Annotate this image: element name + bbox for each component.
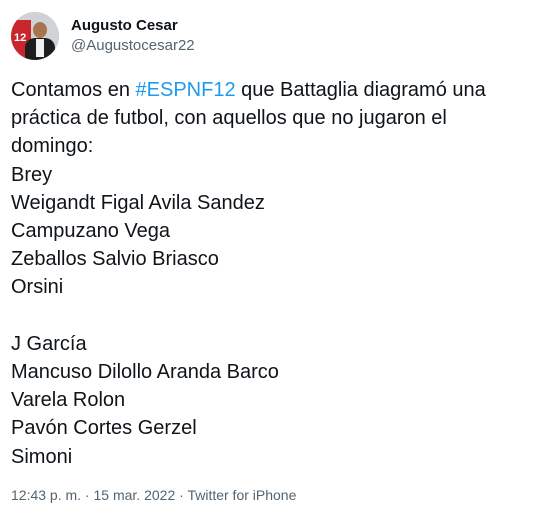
author-names: Augusto Cesar @Augustocesar22 — [71, 16, 195, 56]
lineup-line: Weigandt Figal Avila Sandez — [11, 191, 265, 214]
lineup-line: Pavón Cortes Gerzel — [11, 417, 197, 440]
lineup-line: Zeballos Salvio Briasco — [11, 248, 219, 271]
tweet-line-1: Contamos en #ESPNF12 que Battaglia diagr… — [11, 76, 551, 104]
lineup-line: Varela Rolon — [11, 389, 126, 412]
tweet-date[interactable]: 15 mar. 2022 — [94, 487, 176, 503]
tweet-card: 12 Augusto Cesar @Augustocesar22 Contamo… — [0, 0, 554, 513]
meta-separator: · — [81, 487, 94, 503]
tweet-line-3: domingo: — [11, 135, 94, 158]
author-handle[interactable]: @Augustocesar22 — [71, 36, 195, 56]
lineup-line: Orsini — [11, 276, 64, 299]
tweet-intro-prefix: Contamos en — [11, 79, 136, 101]
author-display-name[interactable]: Augusto Cesar — [71, 16, 195, 36]
hashtag-link[interactable]: #ESPNF12 — [136, 79, 236, 101]
avatar[interactable]: 12 — [11, 12, 59, 60]
tweet-source[interactable]: Twitter for iPhone — [187, 487, 296, 503]
avatar-figure-shirt — [36, 39, 44, 57]
meta-separator: · — [175, 487, 188, 503]
lineup-line: Simoni — [11, 445, 73, 468]
lineup-line: Brey — [11, 163, 53, 186]
tweet-header: 12 Augusto Cesar @Augustocesar22 — [11, 12, 195, 60]
tweet-text: Contamos en #ESPNF12 que Battaglia diagr… — [11, 76, 551, 471]
lineup-line: Campuzano Vega — [11, 220, 171, 243]
avatar-number: 12 — [14, 32, 27, 44]
avatar-figure-head — [33, 22, 47, 38]
lineup-line: Mancuso Dilollo Aranda Barco — [11, 361, 279, 384]
tweet-metadata: 12:43 p. m. · 15 mar. 2022 · Twitter for… — [11, 486, 296, 504]
tweet-time[interactable]: 12:43 p. m. — [11, 487, 81, 503]
tweet-intro-suffix: que Battaglia diagramó una — [235, 79, 486, 101]
lineup-line: J García — [11, 332, 87, 355]
tweet-line-2: práctica de futbol, con aquellos que no … — [11, 107, 447, 130]
